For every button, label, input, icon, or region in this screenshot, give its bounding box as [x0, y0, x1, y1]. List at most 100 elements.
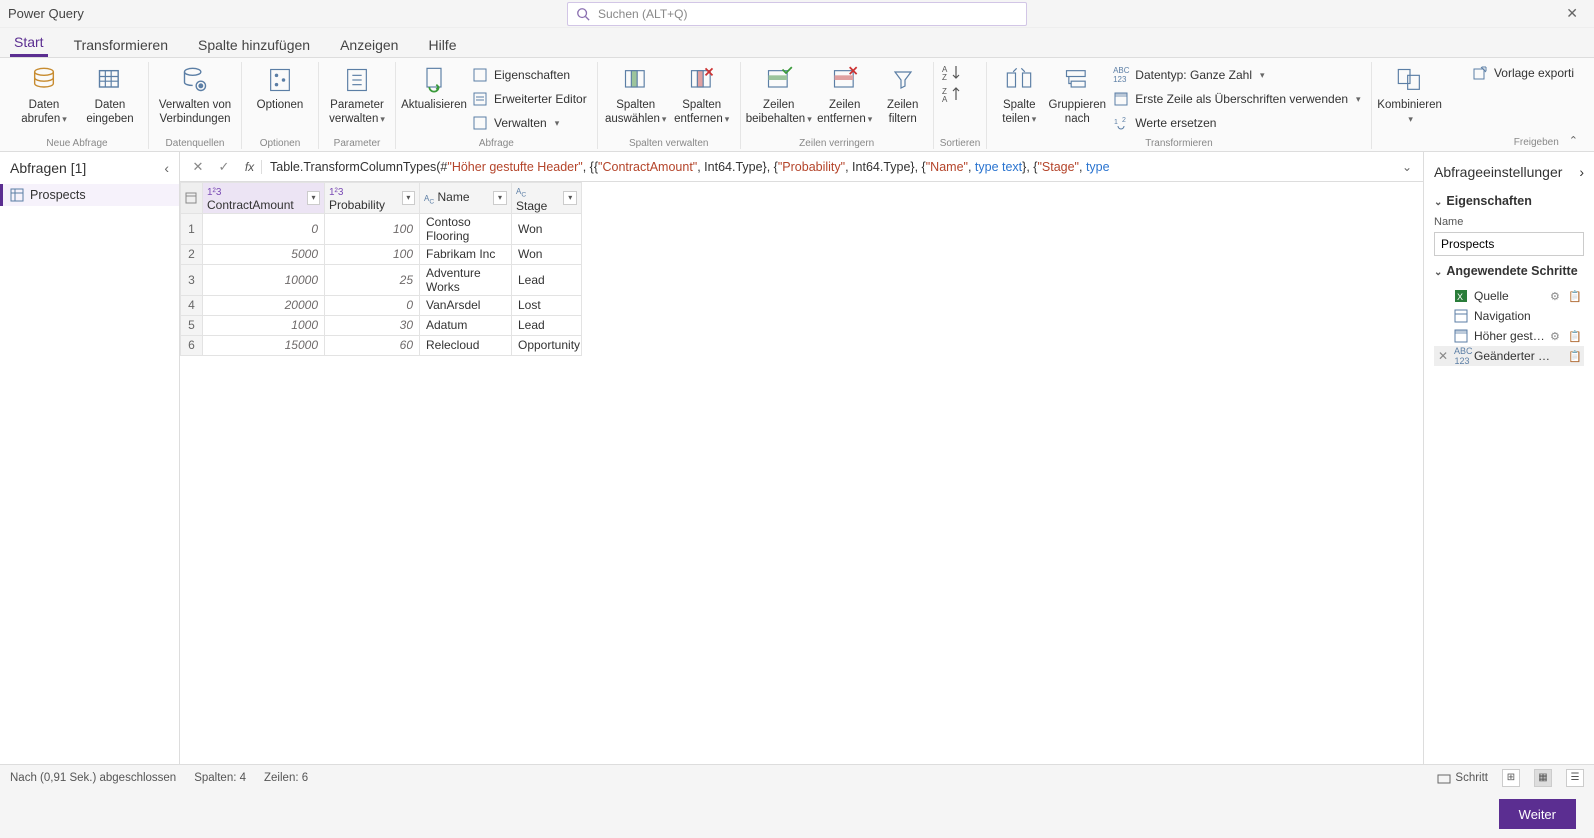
choose-columns-button[interactable]: Spalten auswählen▾	[604, 62, 668, 128]
cell-stage[interactable]: Lost	[512, 295, 582, 315]
split-column-button[interactable]: Spalte teilen▾	[993, 62, 1045, 128]
table-row[interactable]: 5100030AdatumLead	[181, 315, 582, 335]
formula-expand-button[interactable]: ⌄	[1397, 160, 1417, 174]
column-header-name[interactable]: AC Name ▾	[424, 190, 507, 206]
tab-start[interactable]: Start	[10, 28, 48, 57]
advanced-editor-button[interactable]: Erweiterter Editor	[468, 88, 591, 110]
enter-data-button[interactable]: Daten eingeben	[78, 62, 142, 128]
combine-button[interactable]: Kombinieren▾	[1378, 62, 1442, 128]
datatype-button[interactable]: ABC123 Datentyp: Ganze Zahl▾	[1109, 64, 1364, 86]
get-data-button[interactable]: Daten abrufen▾	[12, 62, 76, 128]
schema-view-button[interactable]: ☰	[1566, 769, 1584, 787]
search-icon	[576, 7, 590, 21]
step-indicator[interactable]: Schritt	[1437, 771, 1488, 785]
cell-contractamount[interactable]: 10000	[203, 264, 325, 295]
manage-connections-button[interactable]: Verwalten von Verbindungen	[155, 62, 235, 128]
tab-transform[interactable]: Transformieren	[70, 31, 172, 57]
collapse-queries-button[interactable]: ‹	[164, 160, 169, 176]
step-source[interactable]: X Quelle ⚙ 📋	[1434, 286, 1584, 306]
step-navigation[interactable]: Navigation	[1434, 306, 1584, 326]
cell-name[interactable]: Adatum	[420, 315, 512, 335]
tab-add-column[interactable]: Spalte hinzufügen	[194, 31, 314, 57]
gear-icon[interactable]: ⚙	[1550, 290, 1564, 303]
cell-stage[interactable]: Lead	[512, 264, 582, 295]
table-row[interactable]: 10100Contoso FlooringWon	[181, 213, 582, 244]
column-header-contractamount[interactable]: 1²3 ContractAmount ▾	[207, 184, 320, 212]
query-name-input[interactable]	[1434, 232, 1584, 256]
tab-help[interactable]: Hilfe	[424, 31, 460, 57]
clipboard-icon[interactable]: 📋	[1568, 290, 1582, 303]
cell-stage[interactable]: Won	[512, 244, 582, 264]
formula-input[interactable]: Table.TransformColumnTypes(#"Höher gestu…	[270, 159, 1395, 174]
column-menu-stage[interactable]: ▾	[563, 191, 577, 205]
tab-view[interactable]: Anzeigen	[336, 31, 402, 57]
refresh-button[interactable]: Aktualisieren	[402, 62, 466, 114]
database-gear-icon	[179, 64, 211, 96]
cell-probability[interactable]: 60	[325, 335, 420, 355]
cell-probability[interactable]: 100	[325, 244, 420, 264]
cell-contractamount[interactable]: 1000	[203, 315, 325, 335]
table-row[interactable]: 4200000VanArsdelLost	[181, 295, 582, 315]
replace-values-button[interactable]: 12 Werte ersetzen	[1109, 112, 1364, 134]
next-button[interactable]: Weiter	[1499, 799, 1576, 829]
applied-steps-header[interactable]: Angewendete Schritte	[1434, 260, 1584, 282]
cell-name[interactable]: Fabrikam Inc	[420, 244, 512, 264]
cell-contractamount[interactable]: 15000	[203, 335, 325, 355]
cell-probability[interactable]: 0	[325, 295, 420, 315]
cell-name[interactable]: Adventure Works	[420, 264, 512, 295]
column-header-stage[interactable]: AC Stage ▾	[516, 183, 577, 213]
keep-rows-button[interactable]: Zeilen beibehalten▾	[747, 62, 811, 128]
diagram-view-button[interactable]: ⊞	[1502, 769, 1520, 787]
table-row[interactable]: 31000025Adventure WorksLead	[181, 264, 582, 295]
remove-columns-button[interactable]: Spalten entfernen▾	[670, 62, 734, 128]
column-menu-name[interactable]: ▾	[493, 191, 507, 205]
cell-name[interactable]: Relecloud	[420, 335, 512, 355]
step-promoted-headers[interactable]: Höher gest… ⚙ 📋	[1434, 326, 1584, 346]
column-menu-probability[interactable]: ▾	[402, 191, 415, 205]
table-row[interactable]: 25000100Fabrikam IncWon	[181, 244, 582, 264]
group-by-button[interactable]: Gruppieren nach	[1047, 62, 1107, 128]
properties-section-header[interactable]: Eigenschaften	[1434, 190, 1584, 212]
data-view-button[interactable]: ▦	[1534, 769, 1552, 787]
column-menu-contractamount[interactable]: ▾	[307, 191, 320, 205]
export-template-button[interactable]: Vorlage exporti	[1468, 62, 1578, 84]
first-row-headers-button[interactable]: Erste Zeile als Überschriften verwenden▾	[1109, 88, 1364, 110]
clipboard-icon[interactable]: 📋	[1568, 330, 1582, 343]
settings-expand-button[interactable]: ›	[1579, 164, 1584, 180]
formula-cancel-button[interactable]: ✕	[186, 155, 210, 179]
cell-contractamount[interactable]: 20000	[203, 295, 325, 315]
cell-probability[interactable]: 25	[325, 264, 420, 295]
manage-button[interactable]: Verwalten▾	[468, 112, 591, 134]
cell-probability[interactable]: 30	[325, 315, 420, 335]
manage-parameters-button[interactable]: Parameter verwalten▾	[325, 62, 389, 128]
cell-probability[interactable]: 100	[325, 213, 420, 244]
properties-button[interactable]: Eigenschaften	[468, 64, 591, 86]
search-box[interactable]: Suchen (ALT+Q)	[567, 2, 1027, 26]
cell-name[interactable]: VanArsdel	[420, 295, 512, 315]
gear-icon[interactable]: ⚙	[1550, 330, 1564, 343]
table-corner-button[interactable]	[181, 183, 203, 214]
sort-asc-button[interactable]: AZ	[942, 64, 962, 82]
cell-stage[interactable]: Lead	[512, 315, 582, 335]
cell-stage[interactable]: Opportunity	[512, 335, 582, 355]
cell-contractamount[interactable]: 5000	[203, 244, 325, 264]
options-button[interactable]: Optionen	[248, 62, 312, 114]
replace-icon: 12	[1113, 115, 1129, 131]
column-header-probability[interactable]: 1²3 Probability ▾	[329, 184, 415, 212]
editor-icon	[472, 91, 488, 107]
query-item-prospects[interactable]: Prospects	[0, 184, 179, 206]
cell-contractamount[interactable]: 0	[203, 213, 325, 244]
cell-stage[interactable]: Won	[512, 213, 582, 244]
collapse-ribbon-button[interactable]: ⌃	[1569, 134, 1578, 149]
queries-title: Abfragen [1]	[10, 160, 86, 176]
cell-name[interactable]: Contoso Flooring	[420, 213, 512, 244]
formula-commit-button[interactable]: ✓	[212, 155, 236, 179]
remove-rows-button[interactable]: Zeilen entfernen▾	[813, 62, 877, 128]
filter-rows-button[interactable]: Zeilen filtern	[879, 62, 927, 128]
delete-step-button[interactable]: ✕	[1436, 349, 1450, 363]
table-row[interactable]: 61500060RelecloudOpportunity	[181, 335, 582, 355]
step-changed-type[interactable]: ✕ ABC123 Geänderter … 📋	[1434, 346, 1584, 366]
close-button[interactable]: ✕	[1558, 1, 1586, 26]
clipboard-icon[interactable]: 📋	[1568, 350, 1582, 363]
sort-desc-button[interactable]: ZA	[942, 86, 962, 104]
